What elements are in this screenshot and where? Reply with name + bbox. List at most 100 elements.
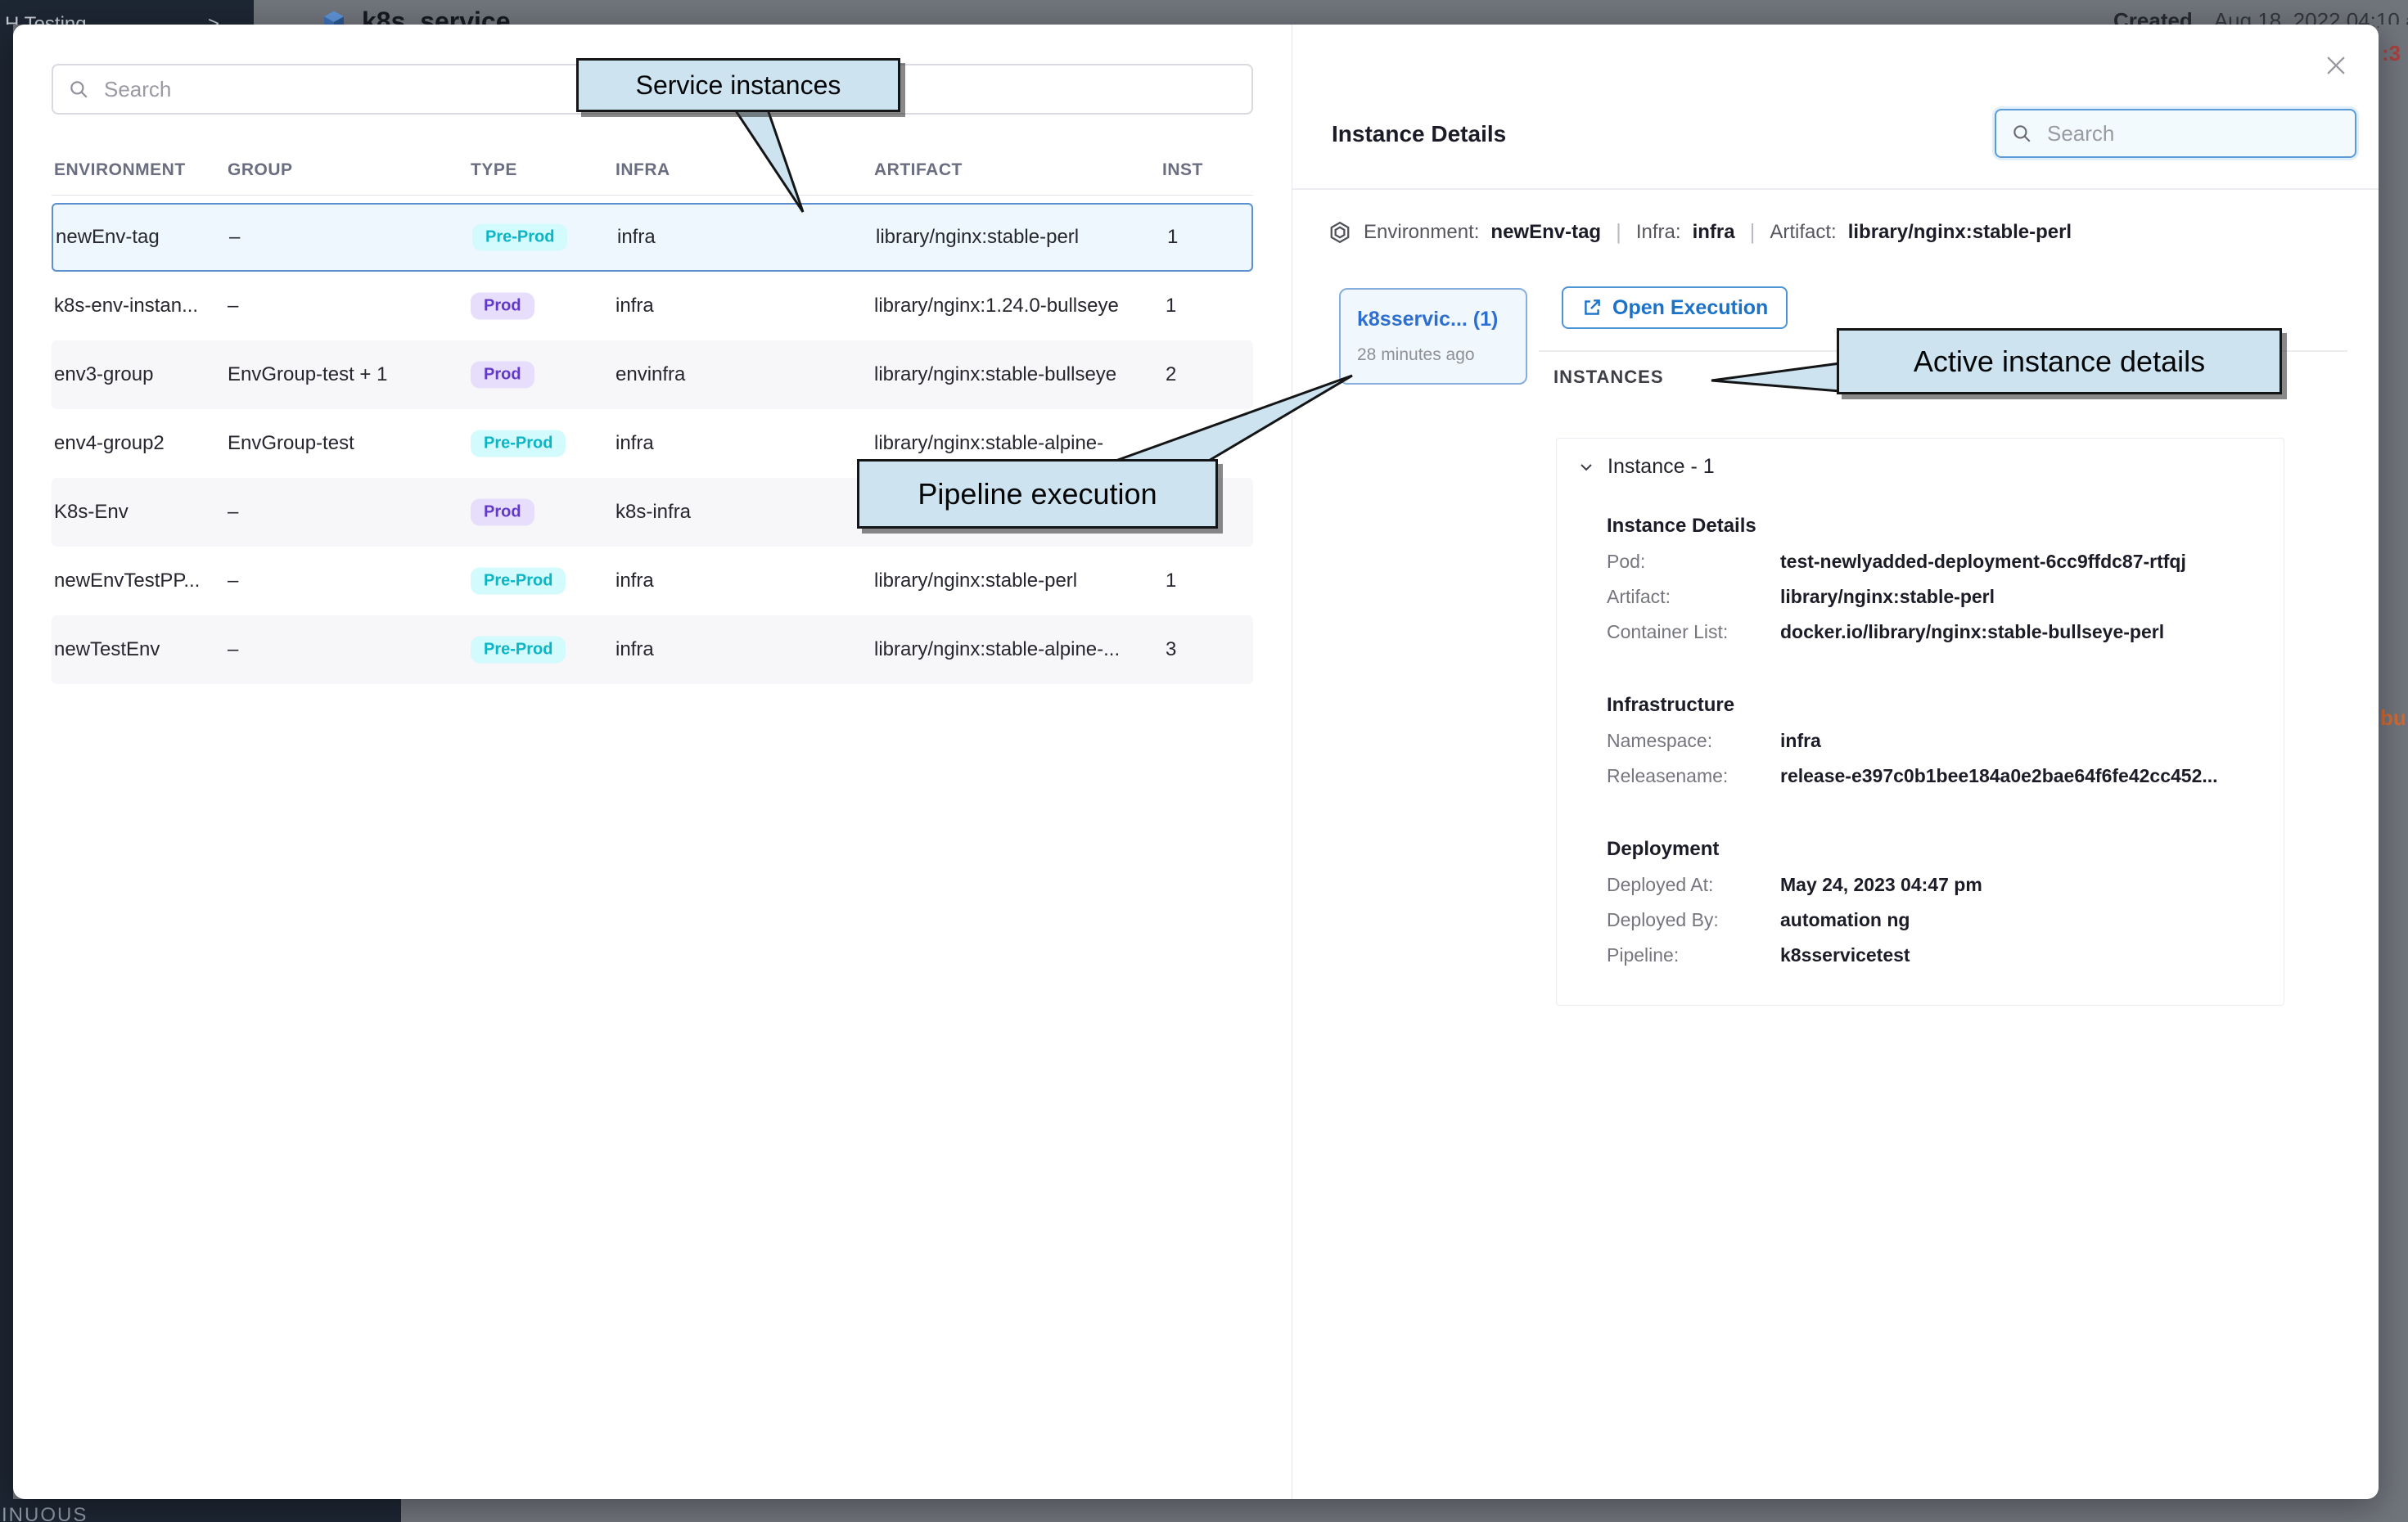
- cell-infra: k8s-infra: [616, 501, 691, 524]
- cell-inst: 3: [1166, 638, 1176, 661]
- close-icon[interactable]: [2318, 47, 2354, 83]
- env-type-badge: Prod: [471, 293, 534, 320]
- column-header: ENVIRONMENT: [54, 160, 186, 180]
- table-row[interactable]: env3-groupEnvGroup-test + 1Prodenvinfral…: [52, 340, 1253, 409]
- instance-details-modal: ENVIRONMENTGROUPTYPEINFRAARTIFACTINST ne…: [13, 25, 2379, 1499]
- page-header-fragment: k8s_service CreatedAug 18, 2022 04:10 am: [254, 0, 2408, 25]
- sidebar-sliver: [0, 25, 13, 1499]
- cell-environment: env3-group: [54, 363, 153, 386]
- external-link-icon: [1581, 297, 1603, 318]
- detail-field: Releasename:release-e397c0b1bee184a0e2ba…: [1607, 765, 2284, 787]
- section-heading: Instance Details: [1607, 515, 2284, 538]
- cell-environment: newTestEnv: [54, 638, 160, 661]
- env-type-badge: Prod: [471, 362, 534, 389]
- chevron-down-icon: [1576, 457, 1596, 477]
- environment-hexagon-icon: [1328, 220, 1352, 245]
- cell-artifact: library/nginx:stable-perl: [876, 226, 1079, 249]
- field-value: docker.io/library/nginx:stable-bullseye-…: [1780, 621, 2164, 643]
- cell-group: EnvGroup-test + 1: [228, 363, 387, 386]
- field-value: automation ng: [1780, 909, 1910, 931]
- details-search-input[interactable]: [2045, 120, 2340, 147]
- detail-field: Pipeline:k8sservicetest: [1607, 944, 2284, 966]
- cell-group: –: [228, 638, 238, 661]
- column-header: INST: [1162, 160, 1203, 180]
- cell-inst: 2: [1166, 363, 1176, 386]
- field-label: Artifact:: [1607, 586, 1780, 608]
- cell-type: Pre-Prod: [471, 637, 566, 664]
- cell-group: –: [228, 570, 238, 592]
- env-type-badge: Pre-Prod: [471, 568, 566, 595]
- cell-type: Prod: [471, 362, 534, 389]
- infra-label: Infra:: [1636, 221, 1681, 244]
- env-type-badge: Pre-Prod: [472, 224, 567, 251]
- execution-name: k8sservic... (1): [1357, 308, 1498, 331]
- cell-group: –: [229, 226, 240, 249]
- section-heading: Infrastructure: [1607, 694, 2284, 717]
- field-value: infra: [1780, 730, 1821, 752]
- detail-field: Artifact:library/nginx:stable-perl: [1607, 586, 2284, 608]
- cell-group: –: [228, 501, 238, 524]
- cell-artifact: library/nginx:stable-alpine-...: [874, 638, 1120, 661]
- column-header: GROUP: [228, 160, 293, 180]
- header-divider: [1292, 188, 2379, 190]
- field-label: Pod:: [1607, 551, 1780, 573]
- section-heading: Deployment: [1607, 838, 2284, 861]
- instance-accordion-header[interactable]: Instance - 1: [1576, 455, 2284, 479]
- edge-text-fragment: :3: [2382, 41, 2401, 66]
- sidebar-fragment-bottom: INUOUS: [0, 1499, 401, 1522]
- cell-infra: infra: [616, 638, 654, 661]
- artifact-value: library/nginx:stable-perl: [1848, 221, 2072, 244]
- field-value: test-newlyadded-deployment-6cc9ffdc87-rt…: [1780, 551, 2186, 573]
- field-value: release-e397c0b1bee184a0e2bae64f6fe42cc4…: [1780, 765, 2218, 787]
- cell-artifact: library/nginx:stable-bullseye: [874, 363, 1116, 386]
- detail-field: Namespace:infra: [1607, 730, 2284, 752]
- cell-type: Pre-Prod: [471, 430, 566, 457]
- table-row[interactable]: newTestEnv – Pre-Prod infra library/nginx:st…: [52, 615, 1253, 684]
- cell-artifact: library/nginx:stable-perl: [874, 570, 1077, 592]
- pipeline-execution-card[interactable]: k8sservic... (1) 28 minutes ago: [1339, 288, 1527, 385]
- field-label: Pipeline:: [1607, 944, 1780, 966]
- bottom-overlay-strip: [401, 1499, 2408, 1522]
- table-row[interactable]: newEnv-tag–Pre-Prodinfralibrary/nginx:st…: [52, 203, 1253, 272]
- cell-environment: newEnvTestPP...: [54, 570, 200, 592]
- cell-group: –: [228, 295, 238, 317]
- detail-field: Deployed At:May 24, 2023 04:47 pm: [1607, 874, 2284, 896]
- sidebar-project-label: H Testing: [5, 13, 87, 25]
- cell-inst: 1: [1166, 570, 1176, 592]
- callout-active-instance-details: Active instance details: [1837, 328, 2282, 394]
- cell-environment: env4-group2: [54, 432, 165, 455]
- instance-summary-bar: Environment: newEnv-tag | Infra: infra |…: [1328, 219, 2072, 245]
- instance-card: Instance - 1 Instance Details Pod:test-ne…: [1556, 438, 2284, 1006]
- env-type-badge: Pre-Prod: [471, 637, 566, 664]
- cell-infra: infra: [616, 570, 654, 592]
- cell-type: Pre-Prod: [472, 224, 567, 251]
- open-execution-button[interactable]: Open Execution: [1562, 286, 1788, 329]
- env-type-badge: Prod: [471, 499, 534, 526]
- details-search-input-wrap[interactable]: [1995, 109, 2356, 158]
- detail-field: Deployed By:automation ng: [1607, 909, 2284, 931]
- instance-sections: Instance Details Pod:test-newlyadded-depl…: [1557, 515, 2284, 966]
- cell-inst: 1: [1166, 295, 1176, 317]
- cell-type: Prod: [471, 293, 534, 320]
- field-label: Namespace:: [1607, 730, 1780, 752]
- callout-service-instances: Service instances: [576, 58, 900, 112]
- instances-section-label: INSTANCES: [1553, 367, 1664, 388]
- field-value: May 24, 2023 04:47 pm: [1780, 874, 1982, 896]
- cell-environment: K8s-Env: [54, 501, 129, 524]
- table-row[interactable]: newEnvTestPP... – Pre-Prod infra library/ngi…: [52, 547, 1253, 615]
- cell-environment: k8s-env-instan...: [54, 295, 198, 317]
- cell-artifact: library/nginx:1.24.0-bullseye: [874, 295, 1119, 317]
- panel-title: Instance Details: [1332, 121, 1506, 147]
- field-label: Releasename:: [1607, 765, 1780, 787]
- environment-label: Environment:: [1364, 221, 1479, 244]
- execution-time: 28 minutes ago: [1357, 345, 1475, 365]
- table-row[interactable]: k8s-env-instan...–Prodinfralibrary/nginx…: [52, 272, 1253, 340]
- detail-field: Container List:docker.io/library/nginx:s…: [1607, 621, 2284, 643]
- environment-value: newEnv-tag: [1490, 221, 1601, 244]
- field-label: Deployed By:: [1607, 909, 1780, 931]
- cell-infra: infra: [617, 226, 656, 249]
- cell-infra: infra: [616, 432, 654, 455]
- search-icon: [2011, 123, 2032, 144]
- column-header: ARTIFACT: [874, 160, 963, 180]
- artifact-label: Artifact:: [1770, 221, 1836, 244]
